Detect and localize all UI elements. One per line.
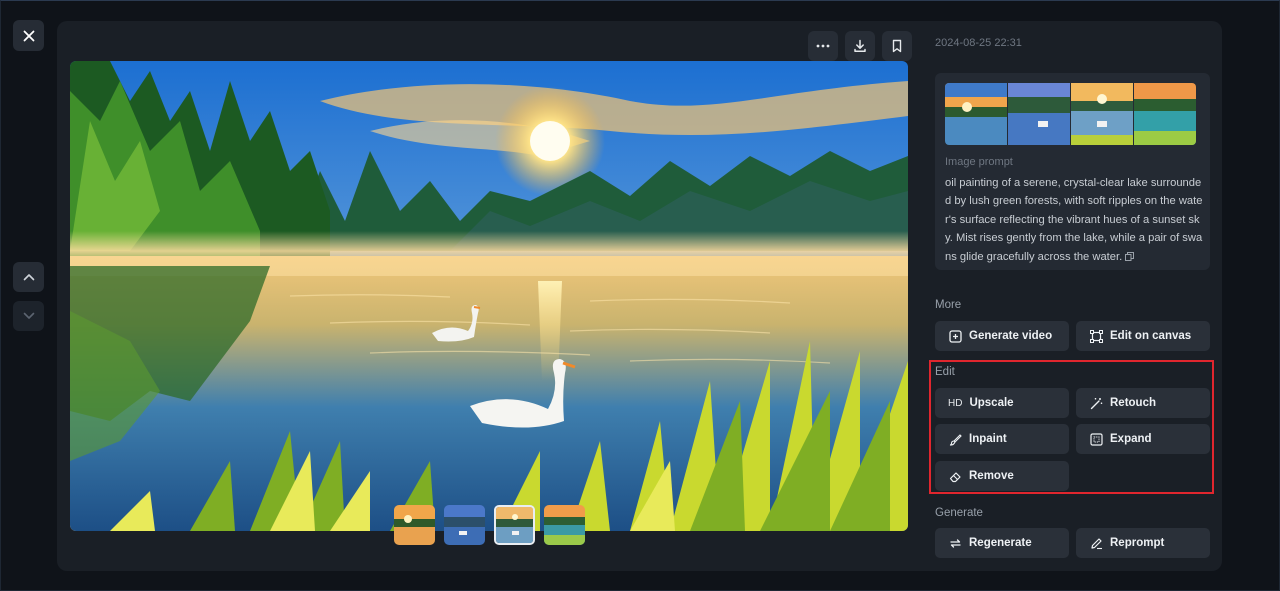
thumbnail-4[interactable] bbox=[544, 505, 585, 545]
bookmark-icon bbox=[892, 39, 902, 53]
previous-image-button[interactable] bbox=[13, 262, 44, 292]
regenerate-button[interactable]: Regenerate bbox=[935, 528, 1069, 558]
video-add-icon bbox=[948, 329, 962, 343]
next-image-button[interactable] bbox=[13, 301, 44, 331]
thumbnail-2[interactable] bbox=[444, 505, 485, 545]
hd-icon: HD bbox=[948, 397, 963, 409]
expand-icon bbox=[1089, 432, 1103, 446]
thumbnail-1[interactable] bbox=[394, 505, 435, 545]
chevron-up-icon bbox=[23, 274, 34, 281]
inpaint-label: Inpaint bbox=[969, 433, 1007, 445]
created-timestamp: 2024-08-25 22:31 bbox=[935, 37, 1022, 49]
inpaint-button[interactable]: Inpaint bbox=[935, 424, 1069, 454]
generate-video-button[interactable]: Generate video bbox=[935, 321, 1069, 351]
expand-button[interactable]: Expand bbox=[1076, 424, 1210, 454]
copy-icon[interactable] bbox=[1125, 249, 1135, 267]
reprompt-label: Reprompt bbox=[1110, 537, 1165, 549]
reference-image-4[interactable] bbox=[1134, 83, 1196, 145]
bookmark-button[interactable] bbox=[882, 31, 912, 61]
prompt-reference-images bbox=[945, 83, 1196, 145]
reference-image-1[interactable] bbox=[945, 83, 1007, 145]
close-button[interactable] bbox=[13, 20, 44, 51]
download-icon bbox=[854, 39, 866, 53]
prompt-label: Image prompt bbox=[945, 156, 1013, 168]
image-thumbnails bbox=[394, 505, 585, 545]
section-label-more: More bbox=[935, 299, 962, 311]
upscale-label: Upscale bbox=[969, 397, 1014, 409]
regenerate-label: Regenerate bbox=[969, 537, 1032, 549]
reprompt-button[interactable]: Reprompt bbox=[1076, 528, 1210, 558]
generate-video-label: Generate video bbox=[969, 330, 1053, 342]
section-label-edit: Edit bbox=[935, 366, 955, 378]
edit-on-canvas-label: Edit on canvas bbox=[1110, 330, 1192, 342]
close-icon bbox=[23, 30, 34, 41]
retouch-button[interactable]: Retouch bbox=[1076, 388, 1210, 418]
remove-label: Remove bbox=[969, 470, 1014, 482]
thumbnail-3-selected[interactable] bbox=[494, 505, 535, 545]
pencil-icon bbox=[1089, 536, 1103, 550]
prompt-card: Image prompt oil painting of a serene, c… bbox=[935, 73, 1210, 270]
brush-icon bbox=[948, 432, 962, 446]
more-options-button[interactable] bbox=[808, 31, 838, 61]
canvas-icon bbox=[1089, 329, 1103, 343]
remove-button[interactable]: Remove bbox=[935, 461, 1069, 491]
edit-on-canvas-button[interactable]: Edit on canvas bbox=[1076, 321, 1210, 351]
prompt-text: oil painting of a serene, crystal-clear … bbox=[945, 174, 1203, 267]
retouch-label: Retouch bbox=[1110, 397, 1156, 409]
more-icon bbox=[816, 44, 830, 48]
upscale-button[interactable]: HD Upscale bbox=[935, 388, 1069, 418]
section-label-generate: Generate bbox=[935, 507, 983, 519]
expand-label: Expand bbox=[1110, 433, 1152, 445]
chevron-down-icon bbox=[23, 312, 34, 319]
reference-image-3[interactable] bbox=[1071, 83, 1133, 145]
prompt-body: oil painting of a serene, crystal-clear … bbox=[945, 177, 1203, 263]
magic-wand-icon bbox=[1089, 396, 1103, 410]
refresh-icon bbox=[948, 536, 962, 550]
main-image bbox=[70, 61, 908, 531]
download-button[interactable] bbox=[845, 31, 875, 61]
reference-image-2[interactable] bbox=[1008, 83, 1070, 145]
eraser-icon bbox=[948, 469, 962, 483]
